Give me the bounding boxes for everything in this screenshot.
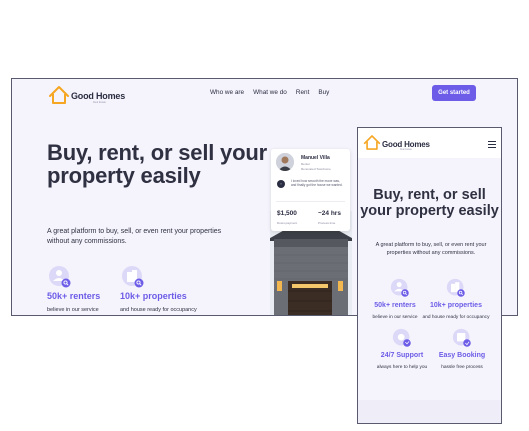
user-search-icon — [390, 278, 410, 298]
building-search-icon — [121, 265, 145, 289]
main-nav: Who we are What we do Rent Buy — [210, 89, 329, 96]
mobile-frame: Good Homes Real Estate Buy, rent, or sel… — [357, 127, 502, 424]
hero-subtitle: A great platform to buy, sell, or even r… — [47, 228, 222, 245]
mobile-hero-subtitle: A great platform to buy, sell, or even r… — [375, 242, 487, 256]
quote-icon: ” — [277, 180, 285, 188]
hamburger-menu-icon[interactable] — [488, 141, 496, 150]
stat-renters-value: 50k+ renters — [47, 291, 101, 301]
mobile-stat-properties-desc: and house ready for occupancy — [422, 315, 490, 320]
building-search-icon — [446, 278, 466, 298]
stat-renters-desc: believe in our service — [47, 307, 99, 313]
mobile-footer-band — [358, 400, 501, 423]
testimonial-role: Renter — [301, 162, 311, 166]
stat-properties-desc: and house ready for occupancy — [120, 307, 197, 313]
mobile-brand-logo[interactable]: Good Homes Real Estate — [363, 134, 430, 151]
mobile-stat-booking-value: Easy Booking — [438, 352, 486, 359]
nav-link-rent[interactable]: Rent — [296, 89, 310, 96]
support-icon — [392, 328, 412, 348]
mobile-stat-renters-desc: believe in our service — [372, 315, 418, 320]
avatar — [276, 153, 294, 171]
brand-logo[interactable]: Good Homes Real Estate — [48, 85, 125, 105]
time-value: ~24 hrs — [318, 210, 341, 217]
testimonial-quote: I loved how smooth the move was, and fin… — [291, 179, 343, 188]
house-logo-icon — [48, 85, 70, 105]
house-logo-icon — [363, 134, 381, 151]
price-value: $1,500 — [277, 210, 297, 217]
hero-title: Buy, rent, or sell your property easily — [47, 140, 267, 188]
user-search-icon — [48, 265, 72, 289]
calendar-icon — [452, 328, 472, 348]
stat-properties-value: 10k+ properties — [120, 291, 187, 301]
mobile-stat-renters-value: 50k+ renters — [374, 302, 416, 309]
mobile-brand-tagline: Real Estate — [400, 149, 412, 151]
testimonial-name: Manuel Villa — [301, 155, 330, 161]
brand-name: Good Homes — [71, 91, 126, 101]
testimonial-location: Renovated Townhome — [301, 167, 331, 171]
nav-link-who-we-are[interactable]: Who we are — [210, 89, 244, 96]
get-started-button[interactable]: Get started — [432, 85, 476, 101]
time-label: Process time — [318, 221, 336, 225]
mobile-stat-booking-desc: hassle free process — [441, 365, 483, 370]
nav-link-what-we-do[interactable]: What we do — [253, 89, 287, 96]
mobile-brand-name: Good Homes — [382, 140, 430, 149]
divider — [276, 201, 345, 202]
mobile-stat-properties-value: 10k+ properties — [430, 302, 482, 309]
brand-tagline: Real Estate — [93, 101, 106, 104]
mobile-hero-title: Buy, rent, or sell your property easily — [360, 187, 499, 219]
testimonial-card: Manuel Villa Renter Renovated Townhome ”… — [271, 149, 350, 231]
price-label: Down-payment — [277, 221, 298, 225]
nav-link-buy[interactable]: Buy — [318, 89, 329, 96]
